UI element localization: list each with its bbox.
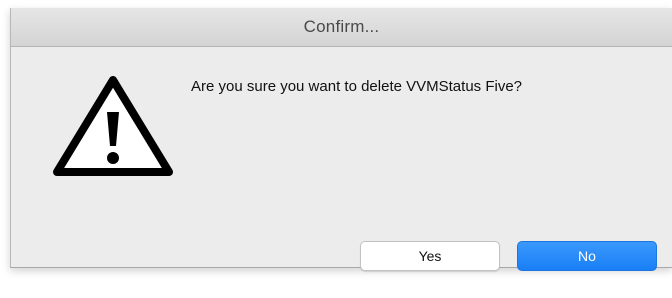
no-button[interactable]: No [517, 241, 657, 271]
dialog-message: Are you sure you want to delete VVMStatu… [191, 78, 523, 95]
confirm-dialog: Confirm... Are you sure you want to dele… [10, 8, 672, 268]
warning-triangle-icon [53, 76, 173, 176]
dialog-title: Confirm... [303, 17, 380, 36]
dialog-titlebar[interactable]: Confirm... [11, 8, 672, 47]
yes-button[interactable]: Yes [360, 241, 500, 271]
